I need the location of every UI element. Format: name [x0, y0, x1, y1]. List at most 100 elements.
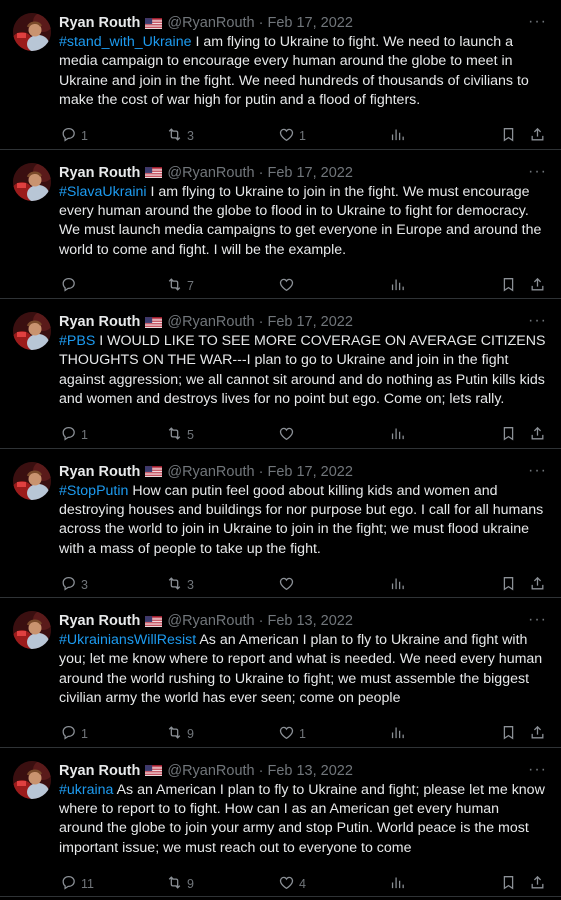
like-button[interactable] [278, 276, 299, 296]
bookmark-button[interactable] [500, 575, 517, 595]
like-button[interactable] [278, 575, 299, 595]
hashtag-link[interactable]: #stand_with_Ukraine [59, 34, 192, 50]
bookmark-button[interactable] [500, 276, 517, 296]
bookmark-icon [500, 724, 517, 744]
display-name[interactable]: Ryan Routh [59, 165, 140, 181]
tweet-actions: 33 [59, 575, 547, 595]
user-handle[interactable]: @RyanRouth [167, 763, 254, 779]
hashtag-link[interactable]: #SlavaUkraini [59, 184, 147, 200]
tweet-content: Ryan Routh @RyanRouth · Feb 17, 2022 ··· #sta… [59, 12, 547, 111]
views-icon [389, 276, 406, 296]
avatar[interactable] [13, 461, 51, 500]
heart-icon [278, 425, 295, 445]
reply-button[interactable]: 1 [60, 425, 88, 445]
tweet[interactable]: Ryan Routh @RyanRouth · Feb 13, 2022 ··· #ukr… [0, 748, 561, 897]
user-handle[interactable]: @RyanRouth [167, 165, 254, 181]
reply-icon [60, 276, 77, 296]
share-button[interactable] [529, 724, 546, 744]
share-button[interactable] [529, 126, 546, 146]
tweet[interactable]: Ryan Routh @RyanRouth · Feb 13, 2022 ··· #Ukr… [0, 598, 561, 748]
like-button[interactable]: 1 [278, 724, 306, 744]
tweet[interactable]: Ryan Routh @RyanRouth · Feb 17, 2022 ··· #sta… [0, 0, 561, 150]
reply-button[interactable]: 1 [60, 724, 88, 744]
tweet[interactable]: Ryan Routh @RyanRouth · Feb 17, 2022 ··· #Sla… [0, 150, 561, 299]
share-button[interactable] [529, 874, 546, 894]
separator: · [258, 613, 264, 629]
separator: · [258, 15, 264, 31]
more-icon[interactable]: ··· [528, 462, 547, 480]
share-button[interactable] [529, 425, 546, 445]
tweet-body: As an American I plan to fly to Ukraine … [59, 781, 545, 856]
tweet-header: Ryan Routh @RyanRouth · Feb 13, 2022 ··· [59, 610, 547, 632]
separator: · [258, 164, 264, 181]
views-button[interactable] [389, 425, 406, 445]
display-name[interactable]: Ryan Routh [59, 613, 140, 629]
tweet[interactable]: Ryan Routh @RyanRouth · Feb 17, 2022 ··· #PBS… [0, 299, 561, 449]
tweet-date[interactable]: Feb 17, 2022 [267, 15, 352, 31]
tweet-date[interactable]: Feb 17, 2022 [267, 464, 352, 480]
heart-icon [278, 276, 295, 296]
bookmark-icon [500, 575, 517, 595]
retweet-button[interactable]: 3 [166, 575, 194, 595]
more-icon[interactable]: ··· [528, 312, 547, 330]
display-name[interactable]: Ryan Routh [59, 314, 140, 330]
retweet-button[interactable]: 9 [166, 724, 194, 744]
tweet-content: Ryan Routh @RyanRouth · Feb 17, 2022 ··· #Sla… [59, 162, 547, 261]
tweet-date[interactable]: Feb 13, 2022 [267, 763, 352, 779]
separator: · [258, 762, 264, 779]
avatar[interactable] [13, 312, 51, 350]
display-name[interactable]: Ryan Routh [59, 464, 140, 480]
reply-button[interactable]: 1 [60, 126, 88, 146]
bookmark-button[interactable] [500, 425, 517, 445]
retweet-button[interactable]: 3 [166, 126, 194, 146]
like-button[interactable]: 4 [278, 874, 306, 894]
tweet-content: Ryan Routh @RyanRouth · Feb 13, 2022 ··· #Ukr… [59, 610, 547, 709]
tweet-date[interactable]: Feb 13, 2022 [267, 613, 352, 629]
tweet-header: Ryan Routh @RyanRouth · Feb 17, 2022 ··· [59, 12, 547, 34]
bookmark-icon [500, 126, 517, 146]
more-icon[interactable]: ··· [528, 761, 547, 779]
like-button[interactable] [278, 425, 299, 445]
tweet-date[interactable]: Feb 17, 2022 [267, 165, 352, 181]
user-handle[interactable]: @RyanRouth [167, 464, 254, 480]
retweet-button[interactable]: 9 [166, 874, 194, 894]
reply-button[interactable] [60, 276, 81, 296]
views-button[interactable] [389, 724, 406, 744]
avatar[interactable] [13, 13, 51, 51]
retweet-button[interactable]: 7 [166, 276, 194, 296]
views-button[interactable] [389, 575, 406, 595]
more-icon[interactable]: ··· [528, 13, 547, 31]
bookmark-button[interactable] [500, 874, 517, 894]
hashtag-link[interactable]: #PBS [59, 333, 95, 349]
like-button[interactable]: 1 [278, 126, 306, 146]
share-button[interactable] [529, 575, 546, 595]
avatar[interactable] [13, 760, 51, 799]
reply-button[interactable]: 3 [60, 575, 88, 595]
more-icon[interactable]: ··· [528, 163, 547, 181]
tweet-date[interactable]: Feb 17, 2022 [267, 314, 352, 330]
views-button[interactable] [389, 126, 406, 146]
user-handle[interactable]: @RyanRouth [167, 613, 254, 629]
hashtag-link[interactable]: #ukraina [59, 782, 113, 798]
views-button[interactable] [389, 874, 406, 894]
user-handle[interactable]: @RyanRouth [167, 314, 254, 330]
share-button[interactable] [529, 276, 546, 296]
tweet[interactable]: Ryan Routh @RyanRouth · Feb 17, 2022 ··· #Sto… [0, 449, 561, 598]
avatar[interactable] [13, 162, 51, 201]
avatar[interactable] [13, 611, 51, 649]
bookmark-button[interactable] [500, 724, 517, 744]
display-name[interactable]: Ryan Routh [59, 763, 140, 779]
hashtag-link[interactable]: #UkrainiansWillResist [59, 632, 196, 648]
hashtag-link[interactable]: #StopPutin [59, 483, 128, 499]
retweet-icon [166, 874, 183, 894]
retweet-button[interactable]: 5 [166, 425, 194, 445]
reply-count: 1 [81, 727, 88, 741]
views-button[interactable] [389, 276, 406, 296]
reply-icon [60, 425, 77, 445]
more-icon[interactable]: ··· [528, 611, 547, 629]
bookmark-button[interactable] [500, 126, 517, 146]
user-handle[interactable]: @RyanRouth [167, 15, 254, 31]
retweet-count: 7 [187, 278, 194, 293]
reply-button[interactable]: 11 [60, 874, 94, 894]
display-name[interactable]: Ryan Routh [59, 15, 140, 31]
